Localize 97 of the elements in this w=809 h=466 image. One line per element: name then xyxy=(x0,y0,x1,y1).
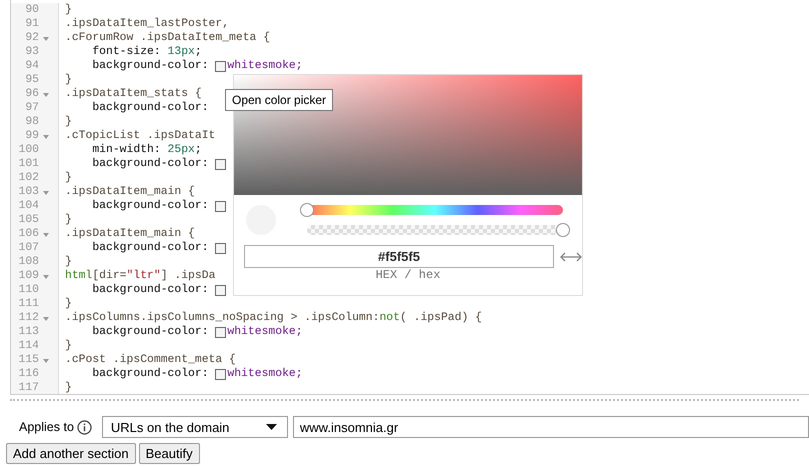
code-text: background-color: xyxy=(91,199,210,213)
line-number: 102 xyxy=(18,171,39,185)
saturation-area[interactable] xyxy=(234,75,582,195)
line-number: 101 xyxy=(18,157,39,171)
code-text: whitesmoke; xyxy=(227,367,303,381)
code-text: } xyxy=(65,213,72,227)
info-icon[interactable] xyxy=(76,420,92,434)
line-number: 106 xyxy=(18,227,39,241)
fold-arrow-icon[interactable] xyxy=(43,135,49,139)
code-text: } xyxy=(65,171,72,185)
code-text: .ipsColumns.ipsColumns_noSpacing > .ipsColumn: xyxy=(65,311,380,325)
line-number: 112 xyxy=(18,311,39,325)
code-text: "ltr" xyxy=(126,269,161,283)
code-text: background-color: xyxy=(91,157,210,171)
caret-icon xyxy=(266,424,277,430)
hex-input[interactable]: #f5f5f5 xyxy=(244,245,554,268)
code-text: .cPost .ipsComment_meta { xyxy=(65,353,236,367)
action-button[interactable]: Beautify xyxy=(138,443,200,464)
action-button[interactable]: Add another section xyxy=(6,443,136,464)
code-text: } xyxy=(65,73,72,87)
fold-arrow-icon[interactable] xyxy=(43,275,49,279)
code-text: .ipsDataItem_main { xyxy=(65,185,195,199)
line-number: 113 xyxy=(18,325,39,339)
code-text: 13px xyxy=(168,45,195,59)
line-number: 91 xyxy=(25,17,39,31)
code-text: ; xyxy=(194,45,202,59)
code-text: .ipsDataItem_main { xyxy=(65,227,195,241)
color-picker-tooltip: Open color picker xyxy=(225,89,334,111)
hue-handle[interactable] xyxy=(300,203,314,217)
code-text: background-color: xyxy=(91,101,210,115)
scope-dropdown[interactable]: URLs on the domain xyxy=(102,416,288,438)
code-text: background-color: xyxy=(91,325,210,339)
color-swatch[interactable] xyxy=(215,158,226,170)
fold-arrow-icon[interactable] xyxy=(43,233,49,237)
line-number: 108 xyxy=(18,255,39,269)
code-text: background-color: xyxy=(91,59,210,73)
line-number: 116 xyxy=(18,367,39,381)
color-swatch[interactable] xyxy=(215,200,226,212)
color-swatch[interactable] xyxy=(215,60,226,72)
code-text: } xyxy=(65,381,72,394)
color-swatch[interactable] xyxy=(215,326,226,338)
fold-arrow-icon[interactable] xyxy=(43,317,49,321)
line-number: 90 xyxy=(25,3,39,17)
line-number: 99 xyxy=(25,129,39,143)
line-number: 96 xyxy=(25,87,39,101)
code-text: .ipsDataItem_stats { xyxy=(65,87,202,101)
line-number: 98 xyxy=(25,115,39,129)
fold-arrow-icon[interactable] xyxy=(43,359,49,363)
line-number: 97 xyxy=(25,101,39,115)
line-number: 109 xyxy=(18,269,39,283)
line-number: 92 xyxy=(25,31,39,45)
applies-to-label: Applies to xyxy=(19,420,74,434)
code-text: ; xyxy=(194,143,202,157)
line-number: 107 xyxy=(18,241,39,255)
color-swatch[interactable] xyxy=(215,284,226,296)
code-text: whitesmoke; xyxy=(227,59,303,73)
color-swatch[interactable] xyxy=(215,242,226,254)
code-text: } xyxy=(65,297,72,311)
line-number: 114 xyxy=(18,339,39,353)
code-text: background-color: xyxy=(91,283,210,297)
url-input[interactable]: www.insomnia.gr xyxy=(292,416,809,438)
code-text: whitesmoke; xyxy=(227,325,303,339)
line-number: 100 xyxy=(18,143,39,157)
code-text: ( .ipsPad) { xyxy=(400,311,482,325)
format-toggle[interactable]: HEX / hex xyxy=(376,268,440,282)
code-text: .cForumRow .ipsDataItem_meta { xyxy=(65,31,270,45)
line-number: 111 xyxy=(18,297,39,311)
code-text: } xyxy=(65,255,72,269)
code-text: background-color: xyxy=(91,241,210,255)
code-text: [dir= xyxy=(92,269,127,283)
line-number: 103 xyxy=(18,185,39,199)
line-number: 94 xyxy=(25,59,39,73)
code-text: } xyxy=(65,3,72,17)
line-number: 115 xyxy=(18,353,39,367)
fold-arrow-icon[interactable] xyxy=(43,37,49,41)
line-number: 110 xyxy=(18,283,39,297)
code-text: font-size: xyxy=(91,45,162,59)
line-number: 93 xyxy=(25,45,39,59)
code-text: } xyxy=(65,339,72,353)
fold-arrow-icon[interactable] xyxy=(43,93,49,97)
code-text: 25px xyxy=(168,143,195,157)
line-number: 105 xyxy=(18,213,39,227)
alpha-handle[interactable] xyxy=(556,223,570,237)
code-text: min-width: xyxy=(91,143,162,157)
code-text: background-color: xyxy=(91,367,210,381)
fold-arrow-icon[interactable] xyxy=(43,191,49,195)
color-swatch[interactable] xyxy=(215,368,226,380)
code-text: ] .ipsDa xyxy=(160,269,216,283)
code-text: .ipsDataItem_lastPoster, xyxy=(65,17,230,31)
code-text: html xyxy=(65,269,92,283)
code-text: not xyxy=(379,311,400,325)
line-number: 117 xyxy=(18,381,39,394)
line-number: 95 xyxy=(25,73,39,87)
code-text: } xyxy=(65,115,72,129)
swap-arrows-icon[interactable] xyxy=(560,250,582,262)
code-text: .cTopicList .ipsDataIt xyxy=(65,129,216,143)
line-number: 104 xyxy=(18,199,39,213)
